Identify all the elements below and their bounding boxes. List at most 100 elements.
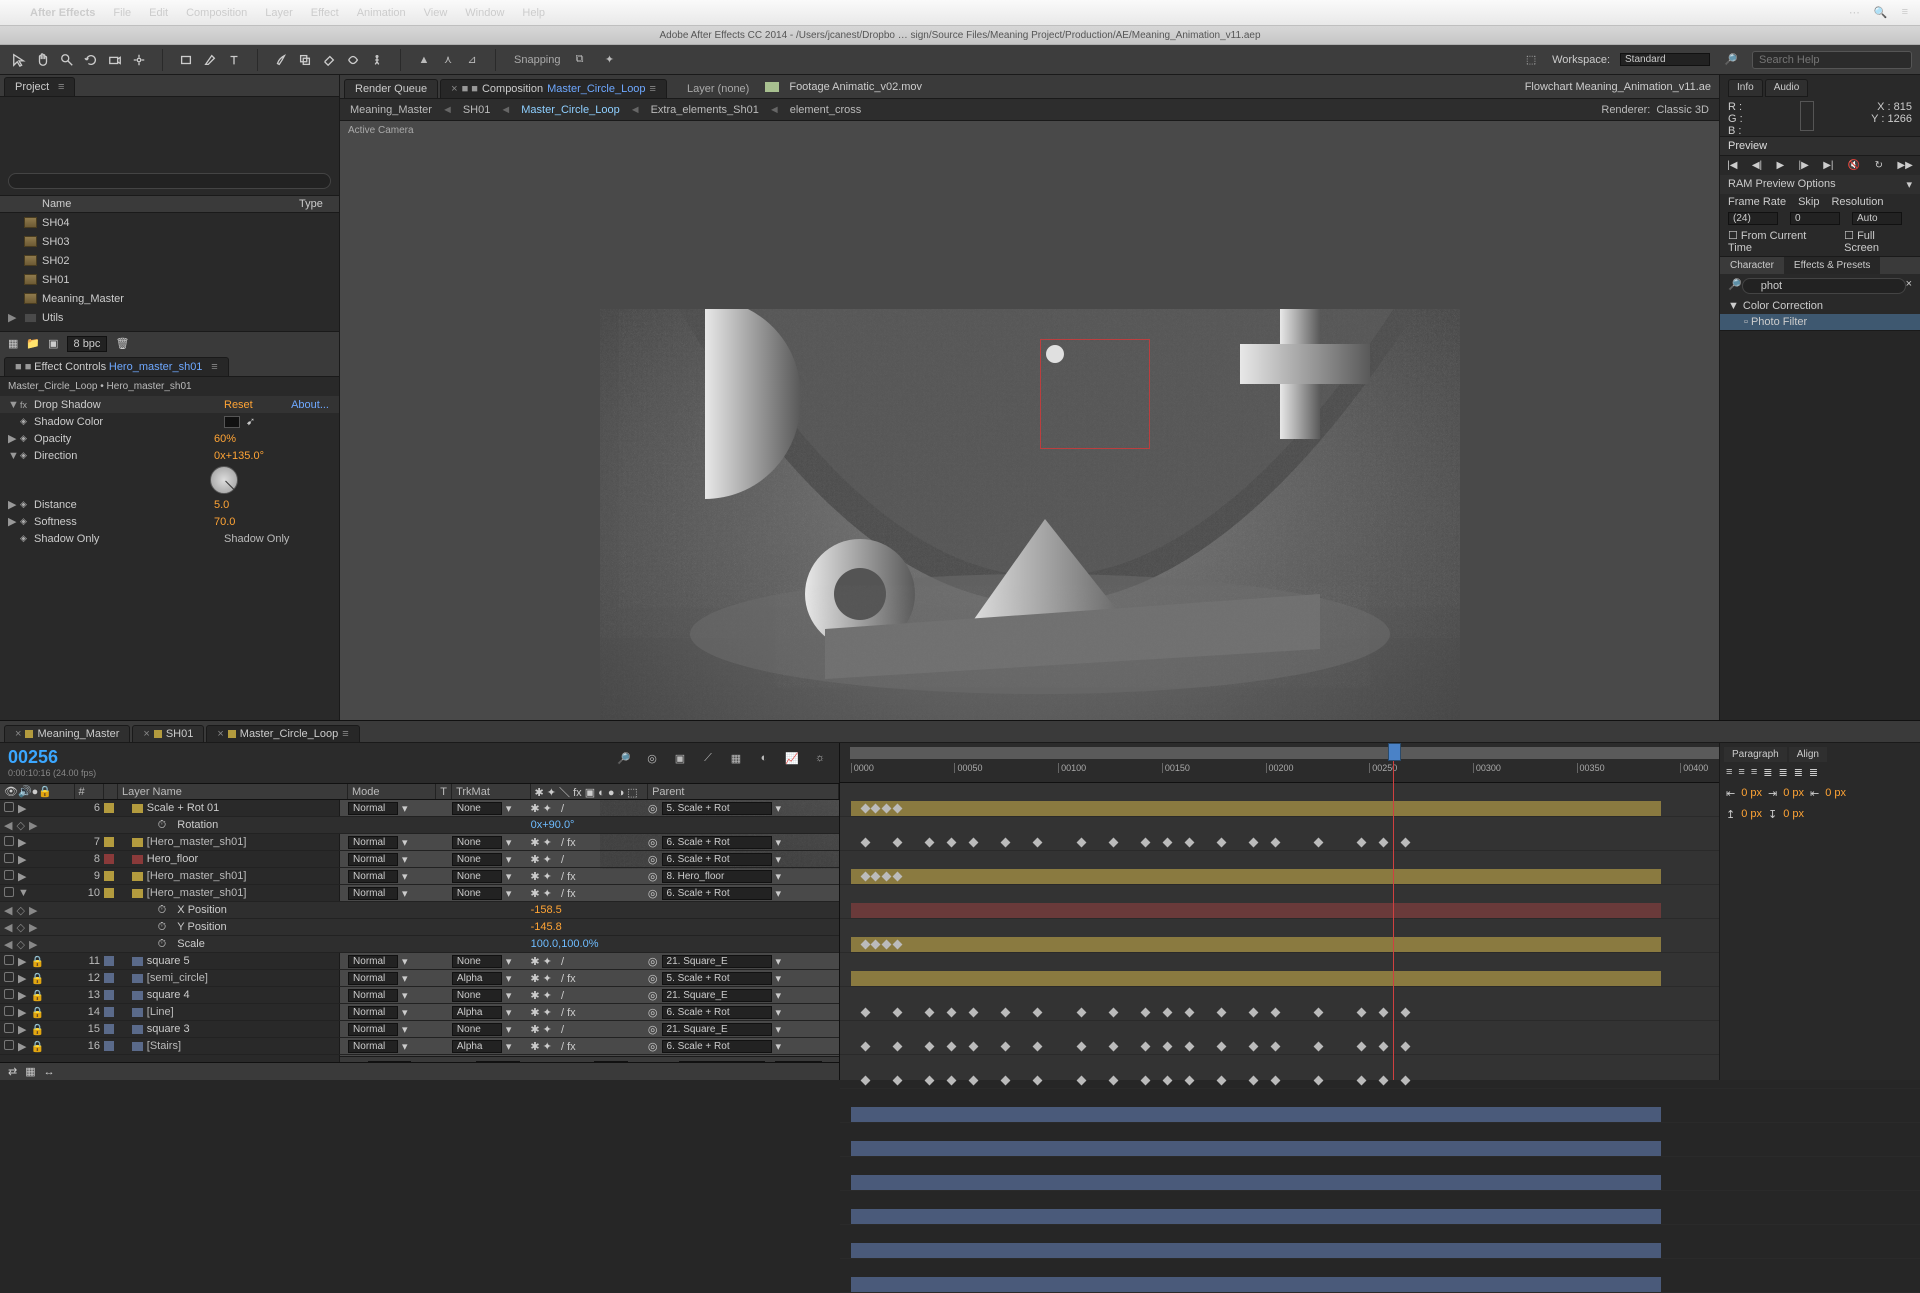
footage-label[interactable]: Footage Animatic_v02.mov [789, 81, 922, 93]
loop-icon[interactable]: ↻ [1875, 160, 1883, 171]
close-icon[interactable]: × [143, 728, 149, 740]
keyframe-icon[interactable] [1249, 1008, 1259, 1018]
menu-view[interactable]: View [424, 7, 448, 19]
clear-icon[interactable]: × [1906, 278, 1912, 294]
layer-row[interactable]: ▼ 10 [Hero_master_sh01] Normal▾ None▾ ✱ … [0, 885, 839, 902]
val-direction[interactable]: 0x+135.0° [214, 450, 264, 462]
panel-menu-icon[interactable]: ≡ [650, 83, 656, 95]
chevron-down-icon[interactable]: ▾ [402, 989, 408, 1002]
property-row[interactable]: ◀◇▶ ⏱ X Position -158.5 [0, 902, 839, 919]
tab-render-queue[interactable]: Render Queue [344, 79, 438, 98]
tab-character[interactable]: Character [1720, 257, 1784, 274]
align-left-icon[interactable]: ≡ [1726, 766, 1732, 779]
tab-audio[interactable]: Audio [1765, 79, 1809, 97]
indent-left-icon[interactable]: ⇤ [1726, 787, 1735, 800]
keyframe-icon[interactable] [925, 1076, 935, 1086]
skip-dropdown[interactable]: 0 [1790, 212, 1840, 225]
keyframe-icon[interactable] [1109, 1008, 1119, 1018]
chevron-down-icon[interactable]: ▾ [402, 1040, 408, 1053]
keyframe-icon[interactable] [1357, 1008, 1367, 1018]
newfolder-icon[interactable]: 📁 [26, 337, 40, 350]
pickwhip-icon[interactable]: ◎ [648, 1006, 658, 1019]
twirl-icon[interactable]: ▶ [8, 432, 20, 445]
visibility-toggle-icon[interactable] [4, 853, 14, 863]
lock-icon[interactable]: 🔒 [30, 972, 44, 985]
keyframe-icon[interactable] [925, 1008, 935, 1018]
trash-icon[interactable]: 🗑 [115, 337, 129, 350]
zoom-tool-icon[interactable] [56, 49, 78, 71]
fx-badge-icon[interactable]: fx [20, 400, 34, 410]
group-color-correction[interactable]: Color Correction [1743, 300, 1823, 312]
twirl-icon[interactable]: ▼ [8, 450, 20, 462]
visibility-toggle-icon[interactable] [4, 1040, 14, 1050]
val-shadow-only[interactable]: Shadow Only [224, 533, 289, 545]
worldaxis-icon[interactable]: ⋏ [437, 49, 459, 71]
parent-dropdown[interactable]: 6. Scale + Rot [662, 836, 772, 849]
frame-blend-icon[interactable]: ▦ [725, 747, 747, 769]
twirl-icon[interactable]: ▶ [18, 853, 26, 866]
lock-icon[interactable]: 🔒 [30, 1040, 44, 1053]
keyframe-icon[interactable] [1271, 1076, 1281, 1086]
trkmat-dropdown[interactable]: None [452, 1023, 502, 1036]
chevron-down-icon[interactable]: ▾ [402, 853, 408, 866]
project-item[interactable]: SH02 [0, 251, 339, 270]
chevron-down-icon[interactable]: ▾ [402, 870, 408, 883]
chevron-down-icon[interactable]: ▾ [776, 870, 782, 883]
layer-row[interactable]: ▶ 6 Scale + Rot 01 Normal▾ None▾ ✱ ✦ / ◎… [0, 800, 839, 817]
parent-dropdown[interactable]: 5. Scale + Rot [662, 972, 772, 985]
layer-switches[interactable]: ✱ ✦ / [530, 955, 564, 968]
layer-switches[interactable]: ✱ ✦ / fx [530, 870, 575, 883]
layer-name[interactable]: [semi_circle] [147, 972, 208, 984]
first-frame-icon[interactable]: |◀ [1727, 160, 1737, 171]
blend-mode-dropdown[interactable]: Normal [348, 802, 398, 815]
chevron-down-icon[interactable]: ▾ [506, 836, 512, 849]
blend-mode-dropdown[interactable]: Normal [348, 989, 398, 1002]
align-right-icon[interactable]: ≡ [1751, 766, 1757, 779]
layer-switches[interactable]: ✱ ✦ / [530, 802, 564, 815]
timeline-tab[interactable]: ×SH01 [132, 725, 204, 742]
keyframe-icon[interactable] [1001, 1076, 1011, 1086]
layer-row[interactable]: ▶🔒 13 square 4 Normal▾ None▾ ✱ ✦ / ◎21. … [0, 987, 839, 1004]
tab-composition[interactable]: × ■ ■ Composition Master_Circle_Loop ≡ [440, 79, 667, 98]
col-mode[interactable]: Mode [348, 784, 436, 799]
parent-dropdown[interactable]: 8. Hero_floor [662, 870, 772, 883]
label-swatch[interactable] [104, 888, 114, 898]
keyframe-icon[interactable] [1249, 1076, 1259, 1086]
close-icon[interactable]: × [451, 83, 457, 95]
keyframe-icon[interactable] [1314, 1008, 1324, 1018]
keyframe-icon[interactable] [1379, 1008, 1389, 1018]
pickwhip-icon[interactable]: ◎ [648, 836, 658, 849]
pickwhip-icon[interactable]: ◎ [648, 972, 658, 985]
property-value[interactable]: 100.0,100.0% [531, 938, 599, 950]
ram-play-icon[interactable]: ▶▶ [1897, 160, 1912, 171]
chevron-down-icon[interactable]: ▾ [402, 972, 408, 985]
visibility-toggle-icon[interactable] [4, 955, 14, 965]
pickwhip-icon[interactable]: ◎ [648, 870, 658, 883]
graph-editor-icon[interactable]: 📈 [781, 747, 803, 769]
keyframe-icon[interactable] [1379, 1076, 1389, 1086]
chevron-down-icon[interactable]: ▾ [776, 853, 782, 866]
align-center-icon[interactable]: ≡ [1738, 766, 1744, 779]
tab-project[interactable]: Project ≡ [4, 77, 75, 96]
keyframe-icon[interactable] [947, 838, 957, 848]
add-key-icon[interactable]: ◇ [16, 819, 24, 832]
layer-name[interactable]: [Hero_master_sh01] [147, 836, 247, 848]
keyframe-icon[interactable] [968, 1076, 978, 1086]
val-opacity[interactable]: 60% [214, 433, 236, 445]
label-swatch[interactable] [104, 1041, 114, 1051]
prop-shadow-only[interactable]: Shadow Only [34, 533, 214, 545]
layer-name[interactable]: Scale + Rot 01 [147, 802, 219, 814]
chevron-down-icon[interactable]: ▾ [506, 1006, 512, 1019]
panel-menu-icon[interactable]: ≡ [58, 81, 64, 93]
chevron-down-icon[interactable]: ▾ [402, 955, 408, 968]
pickwhip-icon[interactable]: ◎ [648, 853, 658, 866]
keyframe-icon[interactable] [925, 838, 935, 848]
parent-dropdown[interactable]: 21. Square_E [662, 1023, 772, 1036]
keyframe-icon[interactable] [947, 1008, 957, 1018]
keyframe-icon[interactable] [1400, 1076, 1410, 1086]
tab-effect-controls[interactable]: ■ ■ Effect Controls Hero_master_sh01 ≡ [4, 357, 229, 376]
menu-file[interactable]: File [113, 7, 131, 19]
blend-mode-dropdown[interactable]: Normal [348, 1006, 398, 1019]
stopwatch-icon[interactable]: ⏱ [158, 819, 167, 832]
keyframe-icon[interactable] [1141, 1076, 1151, 1086]
